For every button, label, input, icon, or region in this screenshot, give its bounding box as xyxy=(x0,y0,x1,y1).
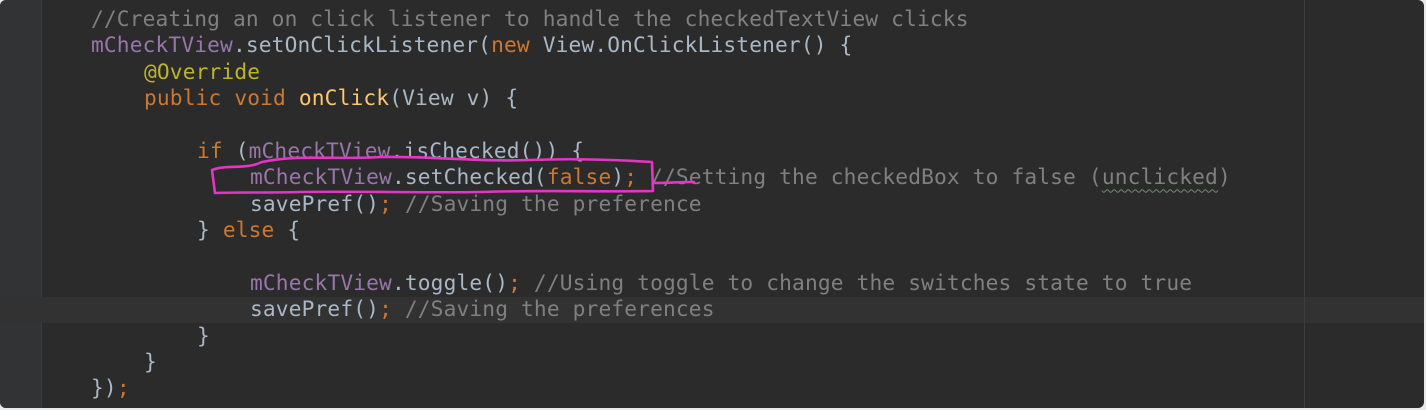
code-token-plain: (View v) { xyxy=(389,85,519,111)
code-line[interactable]: if (mCheckTView.isChecked()) { xyxy=(91,138,1231,164)
code-token-plain: } xyxy=(197,217,223,243)
code-line[interactable]: public void onClick(View v) { xyxy=(91,85,1231,111)
code-token-plain: .isChecked()) { xyxy=(390,137,585,163)
code-token-plain: .setOnClickListener( xyxy=(232,32,492,58)
code-token-method: onClick xyxy=(298,85,390,111)
code-token-field: mCheckTView xyxy=(250,164,392,190)
code-token-plain: } xyxy=(144,349,157,375)
code-line[interactable]: } xyxy=(91,323,1231,349)
code-token-keyword: false xyxy=(546,164,612,190)
code-token-plain: }) xyxy=(91,375,117,401)
code-line[interactable]: mCheckTView.toggle(); //Using toggle to … xyxy=(91,270,1231,296)
code-line[interactable]: @Override xyxy=(91,59,1231,85)
code-token-comment: //Using toggle to change the switches st… xyxy=(521,269,1193,295)
code-token-keyword: new xyxy=(491,32,543,58)
code-token-keyword: ; xyxy=(379,296,392,322)
code-token-comment: //Setting the checkedBox to false ( xyxy=(637,164,1102,190)
code-line[interactable]: } else { xyxy=(91,217,1231,243)
code-token-plain: savePref() xyxy=(250,296,380,322)
code-line[interactable]: }); xyxy=(91,375,1231,401)
code-token-plain: } xyxy=(197,322,210,348)
code-token-plain: View.OnClickListener() { xyxy=(542,32,853,58)
code-editor-window: //Creating an on click listener to handl… xyxy=(0,0,1424,408)
code-token-plain: { xyxy=(287,217,301,243)
code-line[interactable] xyxy=(91,112,1231,138)
code-token-field: mCheckTView xyxy=(248,137,391,163)
code-token-comment: //Saving the preference xyxy=(391,190,702,216)
code-token-plain: ( xyxy=(235,137,249,163)
code-line[interactable]: savePref(); //Saving the preference xyxy=(91,191,1231,217)
code-token-comment: //Creating an on click listener to handl… xyxy=(91,6,969,31)
code-token-annotation: @Override xyxy=(144,58,261,84)
code-token-field: mCheckTView xyxy=(91,32,233,58)
code-area[interactable]: //Creating an on click listener to handl… xyxy=(91,6,1231,402)
code-token-comment: ) xyxy=(1217,164,1231,190)
right-margin-guide xyxy=(1304,0,1305,408)
code-token-keyword: ; xyxy=(508,269,522,295)
code-token-comment: //Saving the preferences xyxy=(391,296,715,322)
code-token-keyword: ; xyxy=(624,164,638,190)
code-token-plain: savePref() xyxy=(250,190,380,216)
code-line[interactable]: //Creating an on click listener to handl… xyxy=(91,6,1231,32)
code-token-keyword: public void xyxy=(144,85,299,111)
code-token-plain: .setChecked( xyxy=(391,164,547,190)
code-line[interactable]: savePref(); //Saving the preferences xyxy=(91,296,1231,322)
code-line[interactable]: } xyxy=(91,349,1231,375)
code-line[interactable] xyxy=(91,244,1231,270)
code-token-field: mCheckTView xyxy=(250,269,392,295)
code-token-plain: .toggle() xyxy=(391,269,509,295)
line-gutter xyxy=(0,0,42,408)
code-token-keyword: else xyxy=(222,217,288,243)
code-token-keyword: if xyxy=(197,137,236,163)
code-token-plain: ) xyxy=(611,164,625,190)
code-token-comment-typo: unclicked xyxy=(1101,164,1218,190)
code-line[interactable]: mCheckTView.setChecked(false); //Setting… xyxy=(91,164,1231,190)
code-line[interactable]: mCheckTView.setOnClickListener(new View.… xyxy=(91,32,1231,58)
code-token-keyword: ; xyxy=(116,375,130,401)
code-token-keyword: ; xyxy=(379,190,392,216)
